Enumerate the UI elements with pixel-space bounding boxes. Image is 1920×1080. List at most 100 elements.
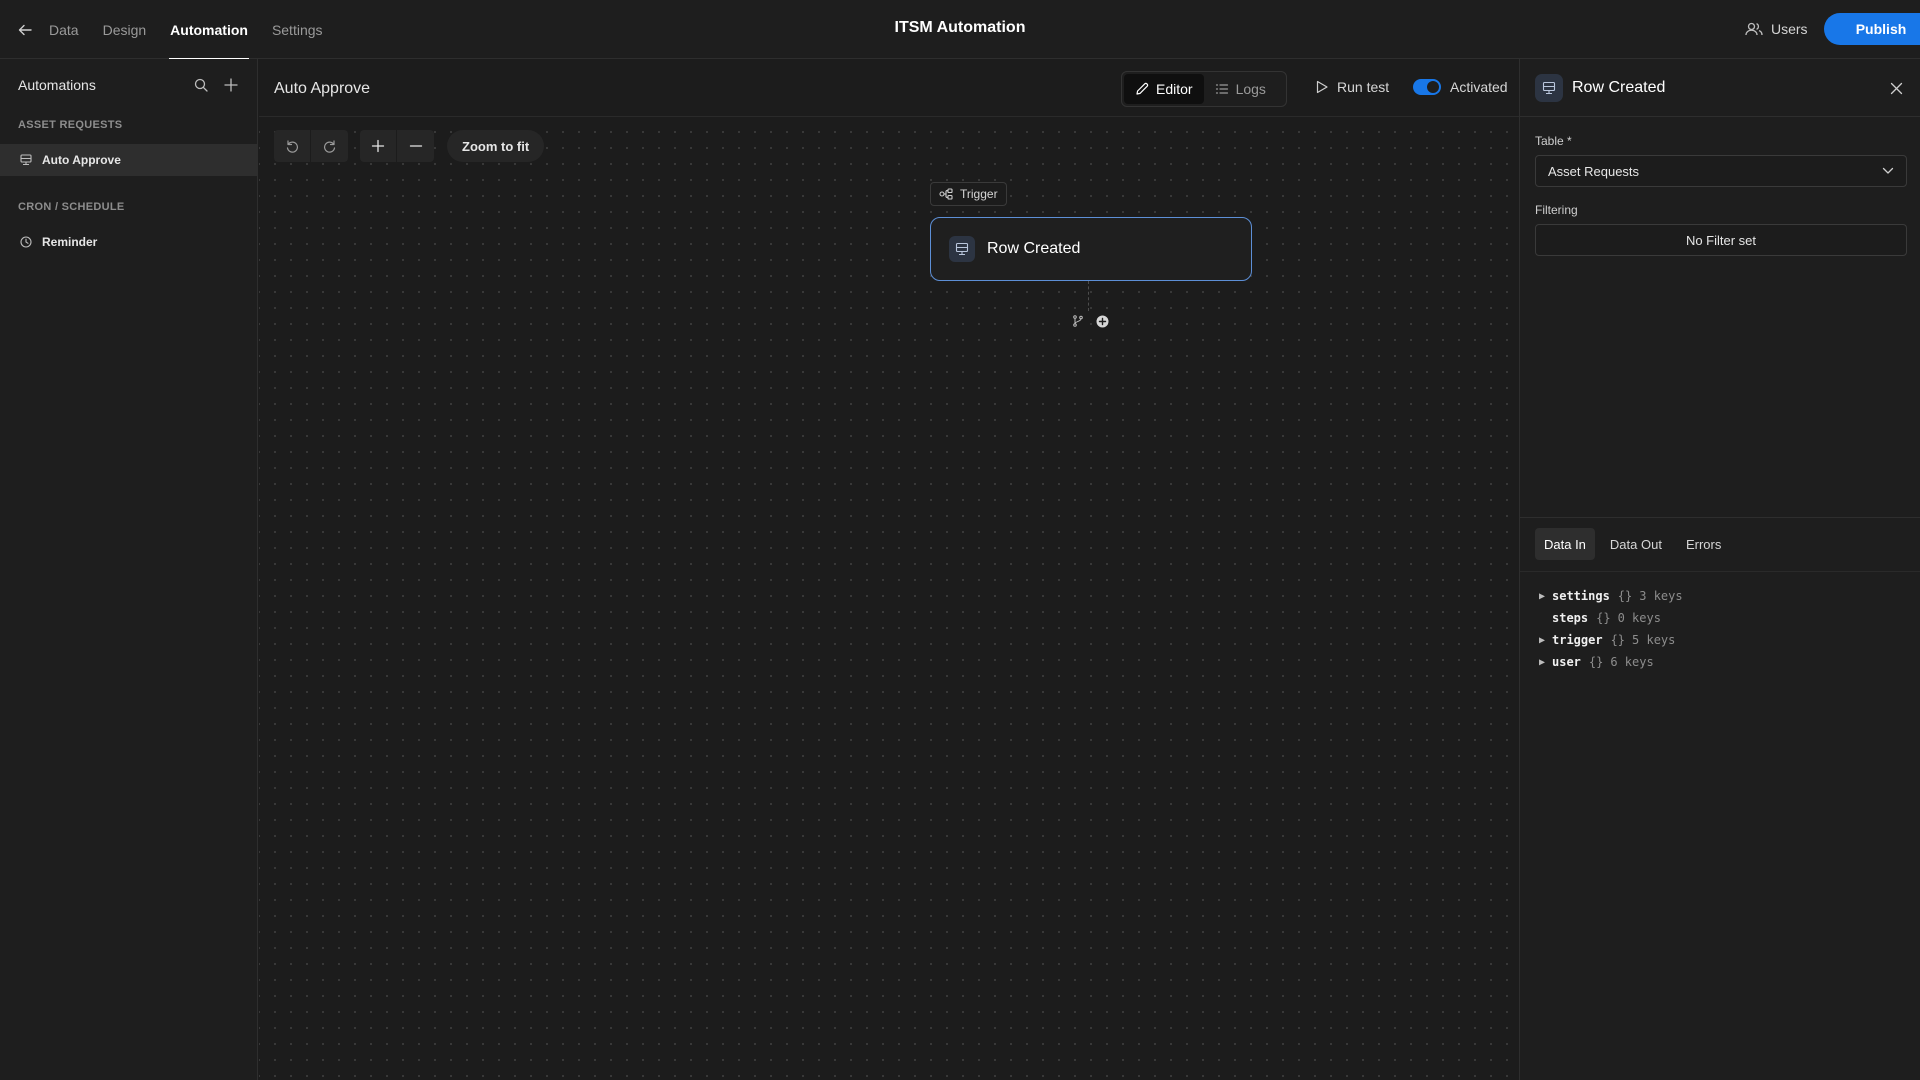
plus-icon [224, 78, 238, 92]
activated-control: Activated [1413, 79, 1508, 95]
trigger-node-row-created[interactable]: Row Created [930, 217, 1252, 281]
run-test-label: Run test [1337, 79, 1390, 95]
minus-icon [409, 145, 422, 147]
history-controls [274, 130, 348, 162]
tree-count: 5 keys [1632, 633, 1676, 647]
arrow-left-icon [18, 24, 32, 36]
add-branch-button[interactable] [1071, 314, 1085, 328]
tree-key: trigger [1552, 633, 1603, 647]
zoom-out-button[interactable] [397, 130, 434, 162]
tree-count: 6 keys [1610, 655, 1654, 669]
table-row-icon [955, 242, 969, 256]
tree-type: {} [1617, 589, 1633, 603]
tree-type: {} [1596, 611, 1611, 625]
zoom-to-fit-button[interactable]: Zoom to fit [447, 130, 545, 162]
sidebar-item-label: Auto Approve [42, 153, 121, 167]
close-panel-button[interactable] [1886, 78, 1906, 98]
users-button[interactable]: Users [1745, 17, 1808, 41]
undo-icon [286, 140, 299, 153]
nav-tab-settings[interactable]: Settings [272, 0, 323, 59]
tab-editor-label: Editor [1156, 81, 1193, 97]
table-field-label: Table * [1535, 134, 1572, 148]
users-label: Users [1771, 21, 1808, 37]
zoom-controls [360, 130, 434, 162]
redo-button[interactable] [311, 130, 348, 162]
trigger-node-label: Row Created [987, 240, 1081, 257]
tree-key: settings [1552, 589, 1610, 603]
panel-header-icon-wrap [1535, 74, 1563, 102]
tree-count: 0 keys [1617, 611, 1661, 625]
section-label-cron-schedule: CRON / SCHEDULE [18, 201, 125, 213]
activated-toggle[interactable] [1413, 79, 1441, 95]
step-settings-panel: Row Created Table * Asset Requests Filte… [1519, 59, 1920, 1080]
canvas-header: Auto Approve Editor Logs Run test Activa… [259, 59, 1519, 117]
run-test-button[interactable]: Run test [1316, 79, 1389, 95]
search-icon [194, 78, 208, 92]
automations-sidebar: Automations ASSET REQUESTS Auto Approve … [0, 59, 258, 1080]
tab-editor[interactable]: Editor [1124, 74, 1204, 104]
nav-tab-data[interactable]: Data [49, 0, 79, 59]
nav-tab-automation[interactable]: Automation [169, 0, 249, 60]
add-step-button[interactable] [1095, 314, 1109, 328]
data-tabs: Data In Data Out Errors [1535, 528, 1730, 560]
undo-button[interactable] [274, 130, 311, 162]
pencil-icon [1136, 82, 1149, 95]
tree-type: {} [1588, 655, 1604, 669]
panel-header: Row Created [1520, 59, 1920, 117]
node-icon-wrap [949, 236, 975, 262]
plus-circle-icon [1096, 315, 1108, 327]
zoom-in-button[interactable] [360, 130, 397, 162]
tab-logs[interactable]: Logs [1204, 74, 1277, 104]
table-row-icon [1542, 81, 1556, 95]
tree-row-trigger[interactable]: ▶ trigger {} 5 keys [1539, 629, 1683, 651]
redo-icon [323, 140, 335, 153]
chevron-down-icon [1882, 167, 1894, 174]
sidebar-item-label: Reminder [42, 235, 98, 249]
tab-data-in[interactable]: Data In [1535, 528, 1595, 560]
table-row-icon [20, 154, 32, 166]
clock-icon [20, 236, 32, 248]
nav-tab-design[interactable]: Design [103, 0, 147, 59]
caret-right-icon: ▶ [1539, 656, 1546, 668]
tree-count: 3 keys [1639, 589, 1683, 603]
publish-button[interactable]: Publish [1824, 13, 1920, 45]
tab-data-out[interactable]: Data Out [1601, 528, 1671, 560]
search-automations-button[interactable] [191, 75, 211, 95]
branch-icon [1073, 315, 1083, 327]
tree-row-user[interactable]: ▶ user {} 6 keys [1539, 651, 1683, 673]
tree-type: {} [1610, 633, 1626, 647]
sidebar-title: Automations [18, 77, 96, 93]
panel-divider [1520, 517, 1920, 518]
play-icon [1316, 80, 1328, 94]
sidebar-item-auto-approve[interactable]: Auto Approve [0, 144, 258, 176]
table-select-value: Asset Requests [1548, 163, 1640, 179]
tree-row-settings[interactable]: ▶ settings {} 3 keys [1539, 585, 1683, 607]
sidebar-item-reminder[interactable]: Reminder [0, 226, 258, 258]
panel-title: Row Created [1572, 79, 1666, 96]
filter-button[interactable]: No Filter set [1535, 224, 1907, 256]
tree-row-steps: steps {} 0 keys [1539, 607, 1683, 629]
tab-logs-label: Logs [1235, 81, 1266, 97]
caret-right-icon: ▶ [1539, 590, 1546, 602]
caret-right-icon: ▶ [1539, 634, 1546, 646]
view-toggle: Editor Logs [1121, 71, 1287, 107]
flow-icon [939, 188, 953, 200]
tab-errors[interactable]: Errors [1677, 528, 1730, 560]
table-select[interactable]: Asset Requests [1535, 155, 1907, 187]
tree-key: steps [1552, 611, 1589, 625]
plus-icon [371, 139, 385, 153]
users-icon [1745, 22, 1763, 36]
data-tabs-divider [1520, 571, 1920, 572]
top-bar: Data Design Automation Settings ITSM Aut… [0, 0, 1920, 60]
back-button[interactable] [14, 19, 36, 41]
node-connector [1088, 281, 1089, 311]
close-icon [1890, 82, 1902, 94]
add-automation-button[interactable] [221, 75, 241, 95]
tree-key: user [1552, 655, 1581, 669]
trigger-chip-label: Trigger [960, 187, 998, 201]
trigger-chip: Trigger [930, 182, 1007, 206]
list-icon [1215, 84, 1228, 94]
main-nav: Data Design Automation Settings [49, 0, 347, 60]
activated-label: Activated [1450, 79, 1508, 95]
automation-canvas[interactable]: Zoom to fit Trigger Row Created [259, 118, 1519, 1080]
